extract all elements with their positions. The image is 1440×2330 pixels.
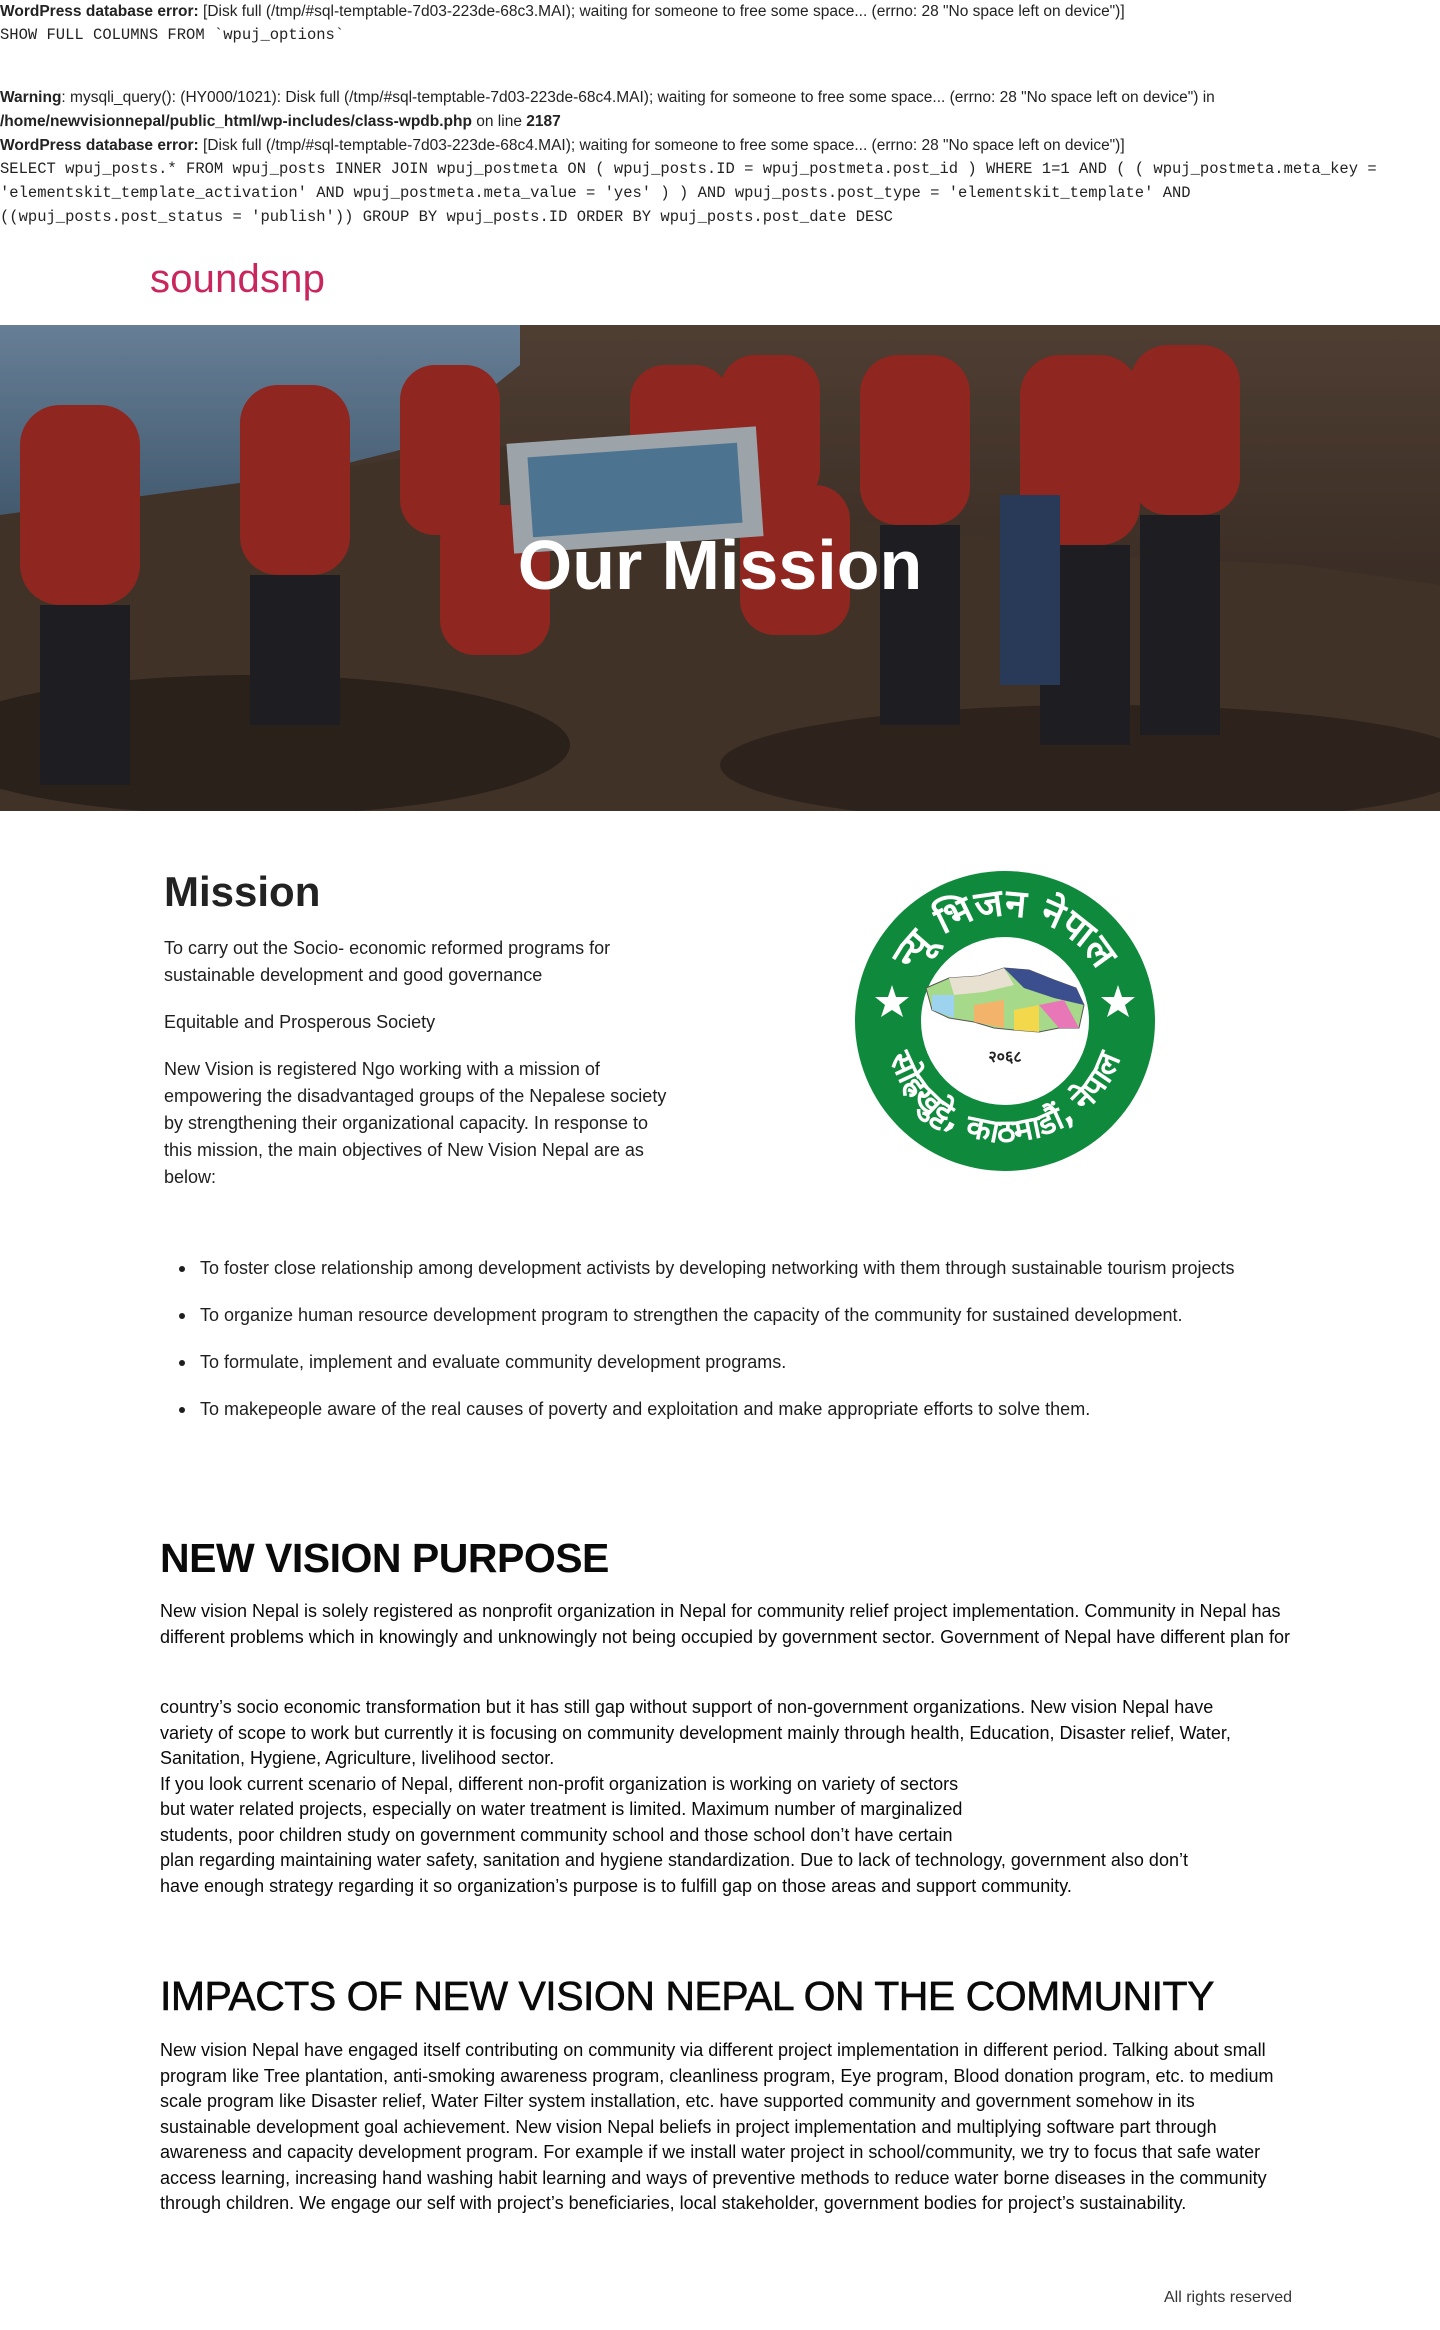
purpose-paragraph-2: country’s socio economic transformation … [160, 1695, 1290, 1899]
db-error-line-2: WordPress database error: [Disk full (/t… [0, 134, 1125, 158]
mission-heading: Mission [164, 868, 321, 915]
mission-paragraph-3: New Vision is registered Ngo working wit… [164, 1059, 667, 1187]
db-error-label: WordPress database error: [0, 3, 199, 20]
purpose-line: plan regarding maintaining water safety,… [160, 1850, 1188, 1870]
site-logo-link[interactable]: soundsnp [150, 257, 325, 302]
db-error-line: WordPress database error: [Disk full (/t… [0, 0, 1125, 24]
php-warning-location: /home/newvisionnepal/public_html/wp-incl… [0, 110, 561, 134]
purpose-line: If you look current scenario of Nepal, d… [160, 1773, 959, 1794]
purpose-paragraph-1: New vision Nepal is solely registered as… [160, 1601, 1291, 1647]
purpose-line: have enough strategy regarding it so org… [160, 1875, 1072, 1896]
impacts-heading: IMPACTS OF NEW VISION NEPAL ON THE COMMU… [160, 1973, 1215, 2020]
php-warning-online: on line [471, 113, 527, 130]
organization-seal-logo: न्यू भिजन नेपाल सोह्रखुट्टे, काठमाडौं, न… [855, 871, 1155, 1171]
purpose-line: students, poor children study on governm… [160, 1824, 953, 1845]
list-item: To organize human resource development p… [174, 1302, 1304, 1329]
list-item: To makepeople aware of the real causes o… [174, 1396, 1304, 1423]
purpose-line: country’s socio economic transformation … [160, 1697, 1214, 1717]
purpose-line: but water related projects, especially o… [160, 1799, 963, 1819]
mission-paragraph-2: Equitable and Prosperous Society [164, 1012, 436, 1032]
purpose-line: Sanitation, Hygiene, Agriculture, liveli… [160, 1748, 555, 1768]
list-item: To formulate, implement and evaluate com… [174, 1349, 1304, 1376]
impacts-paragraph: New vision Nepal have engaged itself con… [160, 2040, 1274, 2213]
hero-title: Our Mission [517, 526, 923, 604]
php-warning-line-number: 2187 [526, 113, 561, 130]
purpose-heading: NEW VISION PURPOSE [160, 1535, 609, 1581]
php-warning-text: : mysqli_query(): (HY000/1021): Disk ful… [61, 89, 1215, 106]
db-query-text: SHOW FULL COLUMNS FROM `wpuj_options` [0, 26, 345, 44]
mission-paragraph-1: To carry out the Socio- economic reforme… [164, 938, 611, 985]
sql-query-line-3: ((wpuj_posts.post_status = 'publish')) G… [0, 208, 893, 226]
list-item: To foster close relationship among devel… [174, 1255, 1304, 1282]
db-error-label-2: WordPress database error: [0, 137, 199, 154]
footer-copyright: All rights reserved [1164, 2289, 1293, 2306]
seal-year: २०६८ [988, 1047, 1021, 1066]
sql-query-line-2: 'elementskit_template_activation' AND wp… [0, 184, 1191, 202]
php-warning-path: /home/newvisionnepal/public_html/wp-incl… [0, 113, 472, 130]
db-error-text-2: [Disk full (/tmp/#sql-temptable-7d03-223… [198, 137, 1125, 154]
sql-query-line-1: SELECT wpuj_posts.* FROM wpuj_posts INNE… [0, 160, 1377, 178]
db-error-text: [Disk full (/tmp/#sql-temptable-7d03-223… [198, 3, 1125, 20]
purpose-line: variety of scope to work but currently i… [160, 1722, 1231, 1743]
php-warning-label: Warning [0, 89, 62, 106]
php-warning-line: Warning: mysqli_query(): (HY000/1021): D… [0, 86, 1215, 110]
objectives-list: To foster close relationship among devel… [174, 1255, 1304, 1443]
hero-banner: Our Mission [0, 325, 1440, 811]
